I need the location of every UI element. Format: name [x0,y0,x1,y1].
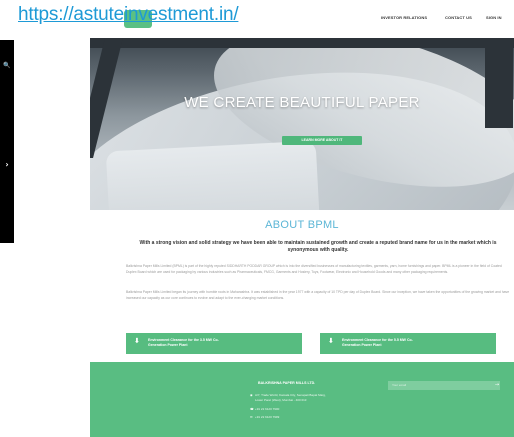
submit-arrow-icon[interactable]: → [493,381,501,390]
learn-more-button[interactable]: LEARN MORE ABOUT IT [282,136,362,145]
footer-phone-number[interactable]: +91 22 6120 7900 [255,407,279,411]
newsletter-email-input[interactable]: Your email [388,381,500,390]
download-icon: ⬇ [134,337,140,345]
download-icon: ⬇ [328,337,334,345]
download-label: Environment Clearance for the 5.5 MW Co-… [342,338,413,347]
url-watermark[interactable]: https://astuteinvestment.in/ [18,4,239,26]
footer-address-line: Lower Parel (West), Mumbai - 400 013 [255,398,307,402]
download-clearance-button[interactable]: ⬇ Environment Clearance for the 3.5 MW C… [126,333,302,354]
footer-address: Lower Parel (West), Mumbai - 400 013 [250,398,306,402]
about-paragraph: Balkrishna Paper Mills Limited began its… [126,290,510,300]
section-title: ABOUT BPML [265,219,339,231]
footer-address-line: A/7, Trade World, Kamala City, Senapati … [255,393,326,397]
download-label: Environment Clearance for the 3.5 MW Co-… [148,338,219,347]
footer-address: ◉ A/7, Trade World, Kamala City, Senapati… [250,393,326,397]
footer-phone-number[interactable]: +91 22 6120 7999 [255,415,279,419]
about-paragraph: Balkrishna Paper Mills Limited (BPML) is… [126,264,502,274]
machine-beam [485,38,513,128]
nav-investor-relations[interactable]: INVESTOR RELATIONS [381,15,427,20]
hero-title: WE CREATE BEAUTIFUL PAPER [184,94,420,111]
chevron-right-icon[interactable]: › [0,160,14,169]
hero-banner: WE CREATE BEAUTIFUL PAPER LEARN MORE ABO… [90,38,514,210]
machine-beam [90,38,514,48]
search-icon[interactable]: 🔍 [0,62,14,69]
section-subtitle: With a strong vision and solid strategy … [139,240,497,253]
download-clearance-button[interactable]: ⬇ Environment Clearance for the 5.5 MW C… [320,333,496,354]
footer-phone: ☎+91 22 6120 7900 [250,407,279,411]
footer-phone: ✉ +91 22 6120 7999 [250,415,279,419]
nav-sign-in[interactable]: SIGN IN [486,15,502,20]
footer: BALKRISHNA PAPER MILLS LTD. ◉ A/7, Trade … [90,362,514,437]
footer-company-name: BALKRISHNA PAPER MILLS LTD. [258,381,316,385]
side-panel: 🔍 › [0,40,14,243]
paper-roll [105,140,321,210]
nav-contact-us[interactable]: CONTACT US [445,15,472,20]
